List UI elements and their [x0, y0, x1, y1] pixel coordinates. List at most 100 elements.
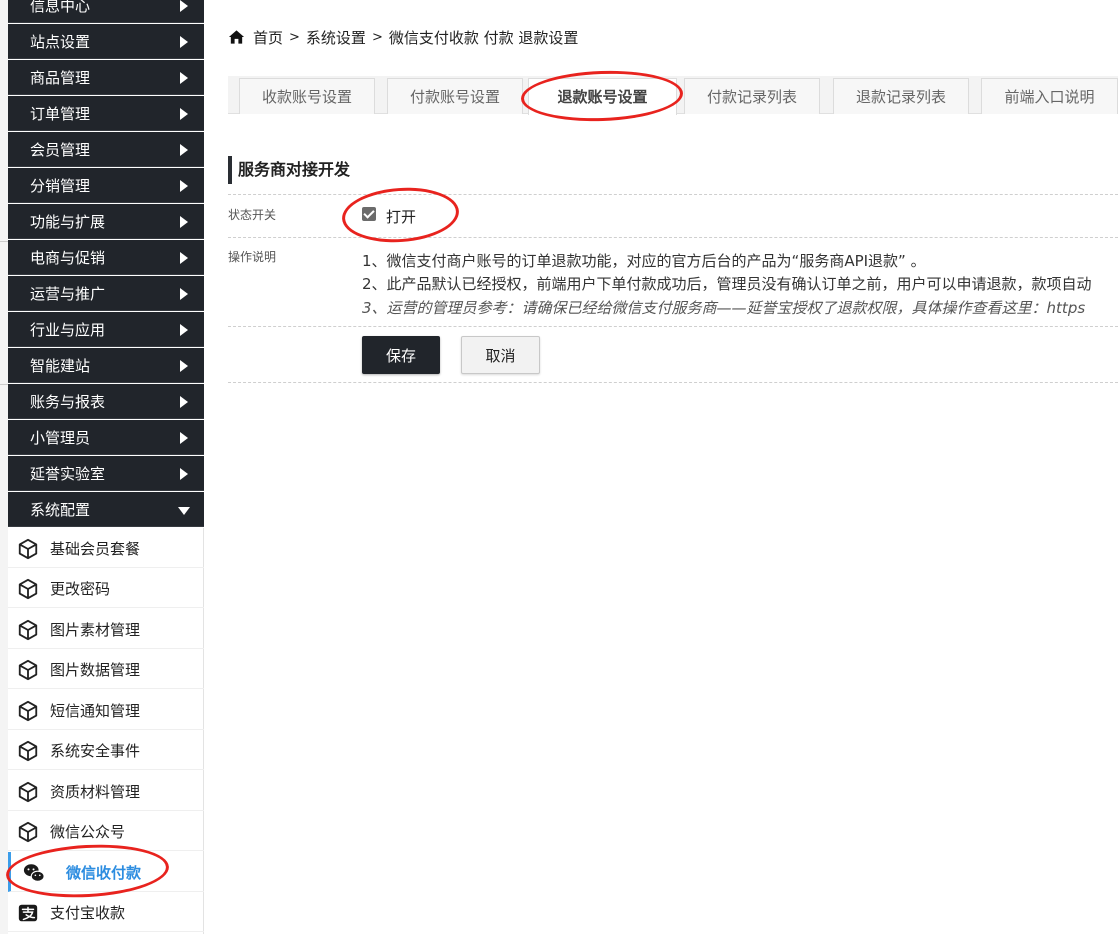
divider [228, 326, 1118, 327]
submenu-item-basic-package[interactable]: 基础会员套餐 [8, 528, 204, 568]
submenu-item-label: 更改密码 [50, 580, 111, 598]
sidebar-item-label: 行业与应用 [30, 321, 106, 339]
sidebar-item-label: 站点设置 [30, 33, 91, 51]
tab-pay-records[interactable]: 付款记录列表 [684, 78, 820, 114]
cube-icon [18, 578, 38, 600]
sidebar-item-label: 电商与促销 [30, 249, 106, 267]
sidebar-item-orders[interactable]: 订单管理 [8, 96, 204, 131]
sidebar-item-ecommerce[interactable]: 电商与促销 [8, 240, 204, 275]
submenu-item-sms[interactable]: 短信通知管理 [8, 690, 204, 730]
tab-receive-account[interactable]: 收款账号设置 [239, 78, 375, 114]
status-label: 状态开关 [228, 208, 277, 222]
cube-icon [18, 538, 38, 560]
breadcrumb: 首页 > 系统设置 > 微信支付收款 付款 退款设置 [228, 26, 578, 48]
sidebar-item-info-center[interactable]: 信息中心 [8, 0, 204, 23]
cube-icon [18, 659, 38, 681]
submenu-item-wechat-pay[interactable]: 微信收付款 [8, 852, 204, 892]
sidebar-item-label: 小管理员 [30, 429, 91, 447]
sidebar-item-label: 信息中心 [30, 0, 91, 15]
breadcrumb-separator: > [371, 29, 383, 45]
sidebar-item-label: 系统配置 [30, 501, 91, 519]
description-line: 1、微信支付商户账号的订单退款功能，对应的官方后台的产品为“服务商API退款” … [362, 252, 926, 270]
sidebar-item-members[interactable]: 会员管理 [8, 132, 204, 167]
cube-icon [18, 740, 38, 762]
home-icon[interactable] [228, 29, 245, 45]
submenu-item-security-events[interactable]: 系统安全事件 [8, 730, 204, 770]
submenu-item-label: 微信公众号 [50, 823, 126, 841]
sidebar-item-site-settings[interactable]: 站点设置 [8, 24, 204, 59]
sidebar-item-features[interactable]: 功能与扩展 [8, 204, 204, 239]
chevron-right-icon [180, 144, 188, 156]
sidebar-item-marketing[interactable]: 运营与推广 [8, 276, 204, 311]
chevron-right-icon [180, 216, 188, 228]
sidebar-item-label: 分销管理 [30, 177, 91, 195]
submenu-item-label: 图片数据管理 [50, 661, 141, 679]
tab-pay-account[interactable]: 付款账号设置 [387, 78, 523, 114]
breadcrumb-home[interactable]: 首页 [253, 27, 283, 48]
cube-icon [18, 781, 38, 803]
submenu-item-qualification[interactable]: 资质材料管理 [8, 771, 204, 811]
status-option-label[interactable]: 打开 [386, 206, 416, 227]
description-line: 2、此产品默认已经授权，前端用户下单付款成功后，管理员没有确认订单之前，用户可以… [362, 275, 1092, 293]
sidebar-submenu: 基础会员套餐 更改密码 图片素材管理 图片数据管理 短信通知管理 系统安全事件 … [8, 528, 204, 934]
submenu-item-alipay[interactable]: 支付宝收款 [8, 892, 204, 932]
submenu-item-label: 图片素材管理 [50, 621, 141, 639]
submenu-item-label: 微信收付款 [66, 864, 142, 882]
sidebar-item-label: 账务与报表 [30, 393, 106, 411]
chevron-right-icon [180, 0, 188, 12]
status-checkbox[interactable] [362, 207, 376, 221]
submenu-item-label: 资质材料管理 [50, 783, 141, 801]
alipay-icon [18, 904, 38, 922]
breadcrumb-system-settings[interactable]: 系统设置 [306, 27, 366, 48]
submenu-item-image-assets[interactable]: 图片素材管理 [8, 609, 204, 649]
tab-refund-account[interactable]: 退款账号设置 [528, 78, 677, 115]
edge-divider [0, 384, 8, 385]
chevron-right-icon [180, 432, 188, 444]
sidebar-item-label: 延誉实验室 [30, 465, 106, 483]
sidebar-item-label: 会员管理 [30, 141, 91, 159]
chevron-right-icon [180, 288, 188, 300]
divider [228, 382, 1118, 383]
sidebar-item-sub-admins[interactable]: 小管理员 [8, 420, 204, 455]
chevron-right-icon [180, 72, 188, 84]
breadcrumb-separator: > [289, 29, 300, 45]
section-title: 服务商对接开发 [228, 156, 350, 184]
chevron-right-icon [180, 180, 188, 192]
chevron-right-icon [180, 36, 188, 48]
sidebar-item-finance[interactable]: 账务与报表 [8, 384, 204, 419]
chevron-right-icon [180, 468, 188, 480]
divider [228, 194, 1118, 195]
sidebar-item-label: 智能建站 [30, 357, 91, 375]
sidebar-item-distribution[interactable]: 分销管理 [8, 168, 204, 203]
wechat-icon [23, 864, 45, 882]
sidebar-item-site-builder[interactable]: 智能建站 [8, 348, 204, 383]
submenu-item-label: 支付宝收款 [50, 904, 126, 922]
submenu-item-wechat-official[interactable]: 微信公众号 [8, 811, 204, 851]
chevron-right-icon [180, 396, 188, 408]
sidebar-item-label: 订单管理 [30, 105, 91, 123]
chevron-right-icon [180, 252, 188, 264]
sidebar-item-products[interactable]: 商品管理 [8, 60, 204, 95]
chevron-right-icon [180, 360, 188, 372]
sidebar-item-system-config[interactable]: 系统配置 [8, 492, 204, 527]
sidebar-item-lab[interactable]: 延誉实验室 [8, 456, 204, 491]
cube-icon [18, 821, 38, 843]
save-button[interactable]: 保存 [362, 336, 440, 374]
submenu-item-image-data[interactable]: 图片数据管理 [8, 649, 204, 689]
divider [228, 237, 1118, 238]
sidebar-item-label: 功能与扩展 [30, 213, 106, 231]
cube-icon [18, 700, 38, 722]
breadcrumb-current: 微信支付收款 付款 退款设置 [388, 28, 579, 47]
chevron-right-icon [180, 324, 188, 336]
cube-icon [18, 619, 38, 641]
cancel-button[interactable]: 取消 [461, 336, 540, 374]
description-label: 操作说明 [228, 250, 277, 264]
description-line: 3、运营的管理员参考：请确保已经给微信支付服务商——延誉宝授权了退款权限，具体操… [362, 299, 1086, 317]
submenu-item-change-password[interactable]: 更改密码 [8, 568, 204, 608]
sidebar-item-label: 运营与推广 [30, 285, 106, 303]
tab-frontend-entry[interactable]: 前端入口说明 [981, 78, 1118, 114]
tab-bar: 收款账号设置 付款账号设置 退款账号设置 付款记录列表 退款记录列表 前端入口说… [228, 76, 1118, 115]
tab-refund-records[interactable]: 退款记录列表 [833, 78, 969, 114]
edge-divider [0, 241, 8, 242]
sidebar-item-industry[interactable]: 行业与应用 [8, 312, 204, 347]
